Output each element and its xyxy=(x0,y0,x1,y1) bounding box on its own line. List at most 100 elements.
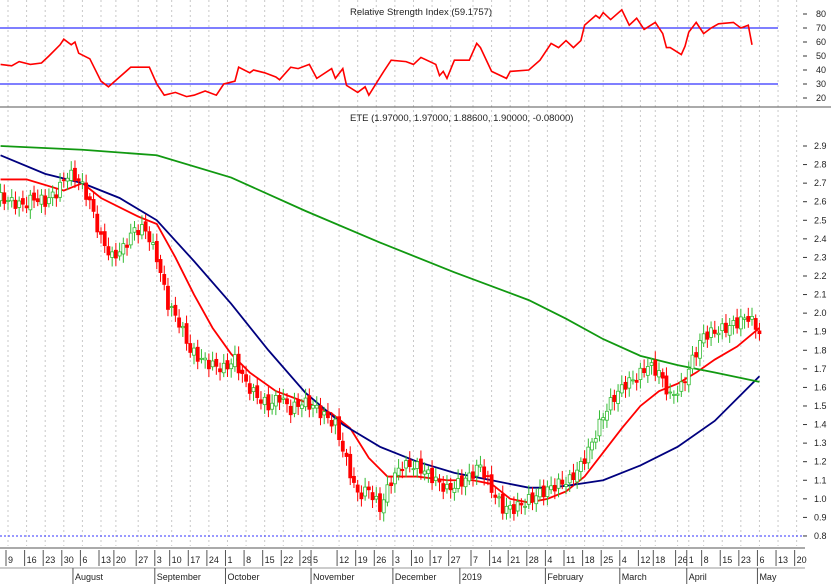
candle-up xyxy=(262,396,267,406)
candle-down xyxy=(724,322,728,333)
price-tick-label: 2.6 xyxy=(814,197,827,207)
candle-up xyxy=(65,177,70,182)
month-label: December xyxy=(395,572,437,582)
x-tick-label: 15 xyxy=(722,555,732,565)
candle-up xyxy=(47,197,51,205)
candle-up xyxy=(322,411,327,416)
candle-down xyxy=(285,398,289,405)
candle-up xyxy=(631,379,635,382)
x-tick-label: 13 xyxy=(101,555,111,565)
candle-down xyxy=(519,502,524,506)
candle-up xyxy=(742,317,747,320)
x-tick-label: 20 xyxy=(797,555,807,565)
candle-up xyxy=(619,384,624,394)
candle-down xyxy=(143,221,148,232)
candle-down xyxy=(214,358,219,367)
candle-down xyxy=(459,475,464,487)
price-tick-label: 1.3 xyxy=(814,438,827,448)
candle-down xyxy=(102,231,107,247)
candle-down xyxy=(84,182,89,200)
candle-down xyxy=(653,359,658,376)
candle-up xyxy=(545,486,550,497)
x-tick-label: 12 xyxy=(339,555,349,565)
candle-up xyxy=(210,360,215,368)
candle-down xyxy=(482,466,487,479)
candle-up xyxy=(121,243,126,255)
candle-up xyxy=(180,325,185,329)
candle-down xyxy=(753,318,758,330)
candle-down xyxy=(430,467,434,484)
candle-down xyxy=(337,416,341,440)
x-tick-label: 23 xyxy=(45,555,55,565)
candle-up xyxy=(6,200,10,202)
candle-up xyxy=(426,469,431,474)
candle-up xyxy=(270,402,275,410)
x-tick-label: 5 xyxy=(313,555,318,565)
candle-up xyxy=(590,441,594,451)
x-tick-label: 8 xyxy=(246,555,251,565)
x-tick-label: 26 xyxy=(376,555,386,565)
candle-down xyxy=(344,452,349,457)
candle-up xyxy=(497,496,501,499)
x-tick-label: 17 xyxy=(190,555,200,565)
candle-down xyxy=(99,231,103,235)
x-tick-label: 23 xyxy=(741,555,751,565)
candle-down xyxy=(20,198,25,205)
x-tick-label: 9 xyxy=(8,555,13,565)
candle-down xyxy=(571,472,576,481)
month-label: April xyxy=(689,572,707,582)
x-tick-label: 6 xyxy=(82,555,87,565)
x-tick-label: 18 xyxy=(655,555,665,565)
candle-up xyxy=(515,501,520,512)
candle-down xyxy=(255,385,260,398)
price-tick-label: 2.8 xyxy=(814,160,827,170)
candle-down xyxy=(35,198,40,203)
candle-up xyxy=(28,194,33,211)
candle-down xyxy=(340,440,345,452)
candle-up xyxy=(586,446,591,464)
candle-down xyxy=(225,360,230,370)
candle-down xyxy=(32,192,36,201)
price-tick-label: 2.0 xyxy=(814,308,827,318)
candle-up xyxy=(445,483,449,490)
candle-up xyxy=(564,484,568,488)
month-label: February xyxy=(547,572,584,582)
candle-down xyxy=(184,323,189,344)
candle-down xyxy=(407,459,412,467)
candle-down xyxy=(154,241,159,263)
x-tick-label: 6 xyxy=(759,555,764,565)
price-tick-label: 1.7 xyxy=(814,364,827,374)
x-tick-label: 1 xyxy=(689,555,694,565)
candle-down xyxy=(13,199,18,209)
candle-up xyxy=(192,347,196,356)
price-title: ETE (1.97000, 1.97000, 1.88600, 1.90000,… xyxy=(350,113,573,124)
candle-down xyxy=(541,485,546,498)
candle-up xyxy=(627,377,632,389)
candle-up xyxy=(363,486,368,497)
x-tick-label: 4 xyxy=(622,555,627,565)
price-y-axis: 0.8 0.9 1.0 1.1 1.2 1.3 1.4 1.5 1.6 1.7 1.8 1.9 2.0 2… xyxy=(803,141,827,541)
candle-down xyxy=(694,352,699,358)
x-tick-label: 15 xyxy=(265,555,275,565)
candle-up xyxy=(701,333,706,344)
candle-up xyxy=(69,169,74,181)
candle-up xyxy=(467,472,472,482)
candle-down xyxy=(188,343,193,353)
price-tick-label: 2.3 xyxy=(814,252,827,262)
rsi-tick-label: 70 xyxy=(816,23,826,33)
candle-up xyxy=(538,488,542,498)
candle-down xyxy=(147,231,152,243)
x-tick-label: 17 xyxy=(432,555,442,565)
candle-up xyxy=(303,397,308,408)
candle-down xyxy=(735,317,740,329)
candle-down xyxy=(259,399,263,404)
price-tick-label: 2.1 xyxy=(814,290,827,300)
candle-up xyxy=(523,505,527,508)
candle-down xyxy=(489,474,494,493)
candle-down xyxy=(24,205,29,209)
candle-up xyxy=(638,367,643,380)
x-tick-label: 28 xyxy=(529,555,539,565)
candle-up xyxy=(299,404,304,409)
candle-down xyxy=(441,483,446,492)
candle-up xyxy=(117,251,122,257)
